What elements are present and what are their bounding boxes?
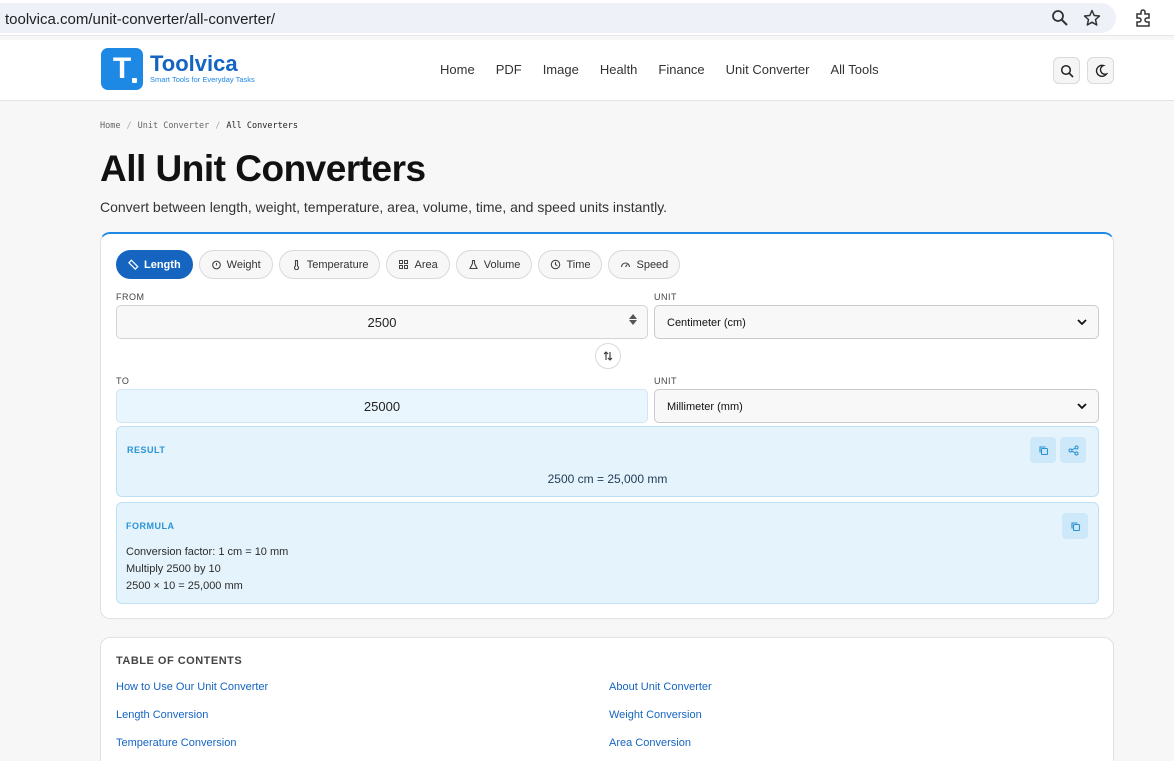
browser-address-bar: toolvica.com/unit-converter/all-converte… (0, 0, 1174, 36)
swap-units-button[interactable] (595, 343, 621, 369)
url-text[interactable]: toolvica.com/unit-converter/all-converte… (5, 11, 275, 28)
nav-pdf[interactable]: PDF (496, 62, 522, 77)
bookmark-star-icon[interactable] (1082, 8, 1102, 28)
tab-area[interactable]: Area (386, 250, 450, 279)
to-label: TO (116, 376, 130, 386)
chevron-down-icon (1077, 319, 1087, 326)
table-of-contents: TABLE OF CONTENTS How to Use Our Unit Co… (100, 637, 1114, 761)
toc-title: TABLE OF CONTENTS (116, 655, 243, 667)
toolvica-logo[interactable]: T Toolvica Smart Tools for Everyday Task… (101, 48, 255, 90)
category-tabs: Length Weight Temperature Area Volume Ti… (116, 250, 681, 279)
moon-icon (1095, 64, 1108, 77)
tab-time[interactable]: Time (538, 250, 603, 279)
tab-volume[interactable]: Volume (455, 250, 533, 279)
theme-toggle-button[interactable] (1087, 57, 1114, 84)
result-label: RESULT (127, 445, 166, 455)
converter-card: Length Weight Temperature Area Volume Ti… (100, 232, 1114, 619)
formula-line: Multiply 2500 by 10 (126, 563, 221, 575)
copy-icon (1070, 521, 1080, 531)
number-stepper-icon[interactable] (629, 314, 637, 325)
share-result-button[interactable] (1060, 437, 1086, 463)
to-unit-select[interactable]: Millimeter (mm) (654, 389, 1099, 423)
formula-line: Conversion factor: 1 cm = 10 mm (126, 546, 289, 558)
page-title: All Unit Converters (100, 148, 426, 189)
logo-name: Toolvica (150, 51, 238, 76)
logo-mark: T (101, 48, 143, 90)
result-text: 2500 cm = 25,000 mm (547, 472, 668, 486)
formula-panel: FORMULA Conversion factor: 1 cm = 10 mm … (116, 502, 1099, 604)
weight-icon (211, 260, 221, 270)
formula-line: 2500 × 10 = 25,000 mm (126, 580, 243, 592)
toc-link-length[interactable]: Length Conversion (116, 709, 208, 721)
nav-image[interactable]: Image (543, 62, 579, 77)
url-field[interactable]: toolvica.com/unit-converter/all-converte… (0, 3, 1116, 33)
nav-finance[interactable]: Finance (658, 62, 704, 77)
copy-formula-button[interactable] (1062, 513, 1088, 539)
main-nav: Home PDF Image Health Finance Unit Conve… (440, 62, 879, 77)
copy-result-button[interactable] (1030, 437, 1056, 463)
result-panel: RESULT 2500 cm = 25,000 mm (116, 426, 1099, 497)
extensions-icon[interactable] (1133, 8, 1153, 28)
toc-link-about[interactable]: About Unit Converter (609, 681, 712, 693)
from-unit-label: UNIT (654, 292, 677, 302)
tab-speed[interactable]: Speed (608, 250, 681, 279)
breadcrumb-current: All Converters (226, 121, 299, 131)
formula-label: FORMULA (126, 521, 175, 531)
toc-link-weight[interactable]: Weight Conversion (609, 709, 702, 721)
nav-health[interactable]: Health (600, 62, 638, 77)
from-unit-select[interactable]: Centimeter (cm) (654, 305, 1099, 339)
speedometer-icon (621, 262, 631, 268)
nav-all-tools[interactable]: All Tools (830, 62, 878, 77)
to-unit-label: UNIT (654, 376, 677, 386)
from-label: FROM (116, 292, 145, 302)
tab-length[interactable]: Length (116, 250, 193, 279)
search-icon (1060, 64, 1074, 78)
nav-unit-converter[interactable]: Unit Converter (726, 62, 810, 77)
ruler-icon (128, 259, 139, 270)
tab-temperature[interactable]: Temperature (278, 250, 381, 279)
logo-tagline: Smart Tools for Everyday Tasks (150, 75, 255, 84)
toc-link-how-to-use[interactable]: How to Use Our Unit Converter (116, 681, 268, 693)
zoom-icon[interactable] (1050, 8, 1070, 28)
breadcrumb-unit-converter[interactable]: Unit Converter (138, 121, 210, 131)
copy-icon (1038, 445, 1048, 455)
swap-icon (603, 351, 613, 361)
chevron-down-icon (1077, 403, 1087, 410)
clock-icon (551, 259, 561, 270)
page-subtitle: Convert between length, weight, temperat… (100, 199, 668, 215)
flask-icon (468, 259, 478, 270)
breadcrumb: Home / Unit Converter / All Converters (100, 121, 299, 131)
nav-home[interactable]: Home (440, 62, 475, 77)
grid-icon (399, 260, 409, 269)
toc-link-area[interactable]: Area Conversion (609, 737, 691, 749)
thermometer-icon (293, 259, 299, 270)
breadcrumb-home[interactable]: Home (100, 121, 120, 131)
toc-link-temperature[interactable]: Temperature Conversion (116, 737, 236, 749)
site-header: T Toolvica Smart Tools for Everyday Task… (0, 40, 1174, 101)
share-icon (1068, 445, 1078, 455)
tab-weight[interactable]: Weight (198, 250, 273, 279)
search-button[interactable] (1053, 57, 1080, 84)
to-value-output[interactable]: 25000 (116, 389, 648, 423)
from-value-input[interactable]: 2500 (116, 305, 648, 339)
